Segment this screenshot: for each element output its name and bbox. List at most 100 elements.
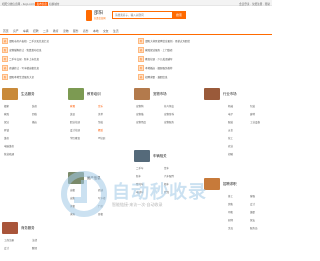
nav-item[interactable]: 生活 (113, 29, 119, 33)
category-link[interactable]: 宠物狗 (136, 104, 144, 108)
category-thumbnail[interactable] (204, 178, 220, 190)
category-link[interactable]: 工商注册 (4, 238, 14, 242)
category-title[interactable]: 宠物市场 (153, 91, 167, 96)
category-title[interactable]: 行业市场 (223, 91, 237, 96)
nav-item[interactable]: 二手 (43, 29, 49, 33)
category-thumbnail[interactable] (134, 150, 150, 162)
list-item[interactable]: 新宠物猫狗转让 · 免费发布信息 (2, 47, 42, 54)
user-links[interactable]: 会员登录 · 免费注册 · 帮助 (239, 2, 270, 6)
category-link[interactable]: 电动车 (136, 190, 144, 194)
category-thumbnail[interactable] (68, 172, 84, 184)
category-link[interactable]: 保洁 (4, 120, 9, 124)
category-title[interactable]: 招聘求职 (223, 181, 237, 186)
list-item[interactable]: 热家政保洁服务 · 上门维修 (138, 47, 173, 54)
listing-text[interactable]: 教育培训 · 少儿英语辅导 (145, 58, 172, 61)
nav-item[interactable]: 教育 (53, 29, 59, 33)
listing-text[interactable]: 邵阳本地生活服务大全 (9, 76, 34, 79)
category-link[interactable]: 开锁 (4, 128, 9, 132)
category-link[interactable]: 兼职 (250, 210, 255, 214)
category-link[interactable]: 法律 (32, 238, 37, 242)
category-link[interactable]: 印刷 (228, 152, 233, 156)
category-link[interactable]: 婚庆 (32, 120, 37, 124)
nav-item[interactable]: 服务 (73, 29, 79, 33)
category-link[interactable]: 出租 (70, 188, 75, 192)
category-link[interactable]: 客服 (250, 194, 255, 198)
category-link[interactable]: 宠物寄养 (164, 112, 174, 116)
search-input[interactable] (112, 11, 172, 19)
category-link[interactable]: 搬家 (4, 104, 9, 108)
category-link[interactable]: 租车 (164, 182, 169, 186)
category-link[interactable]: 装修 (32, 104, 37, 108)
list-item[interactable]: 新邵阳本地生活服务大全 (2, 74, 34, 81)
category-link[interactable]: 驾校 (98, 120, 103, 124)
category-link[interactable]: 机械 (228, 104, 233, 108)
category-link[interactable]: 货车 (164, 166, 169, 170)
category-link[interactable]: 农业 (228, 144, 233, 148)
category-link[interactable]: 建材 (250, 112, 255, 116)
category-link[interactable]: 音乐 (98, 104, 103, 108)
category-link[interactable]: 化工 (228, 136, 233, 140)
nav-item[interactable]: 交友 (103, 29, 109, 33)
list-item[interactable]: 新教育培训 · 少儿英语辅导 (138, 56, 173, 63)
category-title[interactable]: 商务服务 (21, 225, 35, 230)
category-link[interactable]: 家教 (70, 104, 75, 108)
category-link[interactable]: 职业培训 (70, 120, 80, 124)
category-link[interactable]: 文员 (228, 226, 233, 230)
category-thumbnail[interactable] (134, 88, 150, 100)
category-link[interactable]: 写字楼 (98, 196, 106, 200)
category-link[interactable]: 电子 (228, 112, 233, 116)
listing-text[interactable]: 二手车交易 · 新车上市信息 (9, 58, 39, 61)
category-link[interactable]: 会计 (250, 202, 255, 206)
list-item[interactable]: 热招聘求职 · 兼职信息 (138, 74, 168, 81)
category-thumbnail[interactable] (204, 88, 220, 100)
category-link[interactable]: 宠物服务 (164, 120, 174, 124)
category-link[interactable]: 包装 (250, 104, 255, 108)
category-title[interactable]: 生活服务 (21, 91, 35, 96)
category-title[interactable]: 车辆相关 (153, 153, 167, 158)
category-link[interactable]: 学历教育 (70, 136, 80, 140)
category-link[interactable]: 工业设备 (250, 120, 260, 124)
category-link[interactable]: 厂房 (98, 204, 103, 208)
category-link[interactable]: 销售 (228, 202, 233, 206)
search-button[interactable]: 搜索 (172, 11, 186, 19)
category-link[interactable]: 司机 (228, 210, 233, 214)
listing-text[interactable]: 邵阳大祥区招聘信息更新 · 月薪过万职位 (145, 40, 190, 43)
list-item[interactable]: 荐本地婚庆 · 摄影服务推荐 (138, 65, 173, 72)
category-link[interactable]: 求租 (70, 204, 75, 208)
listing-text[interactable]: 本地婚庆 · 摄影服务推荐 (145, 67, 172, 70)
nav-item[interactable]: 本地 (93, 29, 99, 33)
nav-item[interactable]: 首页 (3, 29, 9, 33)
nav-item[interactable]: 招聘 (33, 29, 39, 33)
category-link[interactable]: 管道疏通 (4, 152, 14, 156)
list-item[interactable]: 热邵阳市房产出租 · 二手买卖信息汇总 (2, 38, 49, 45)
list-item[interactable]: 荐二手车交易 · 新车上市信息 (2, 56, 39, 63)
category-link[interactable]: 美术 (98, 112, 103, 116)
category-link[interactable]: 摩托车 (136, 182, 144, 186)
category-link[interactable]: 电脑维修 (4, 144, 14, 148)
nav-item[interactable]: 宠物 (63, 29, 69, 33)
category-title[interactable]: 房产信息 (87, 175, 101, 180)
category-link[interactable]: 五金 (228, 128, 233, 132)
category-link[interactable]: 二手车 (136, 166, 144, 170)
category-link[interactable]: 家政 (4, 112, 9, 116)
category-thumbnail[interactable] (2, 88, 18, 100)
category-link[interactable]: 普工 (228, 194, 233, 198)
category-link[interactable]: 日租 (98, 212, 103, 216)
category-link[interactable]: 代驾 (164, 190, 169, 194)
category-link[interactable]: 宠物猫 (136, 112, 144, 116)
listing-text[interactable]: 邵阳市房产出租 · 二手买卖信息汇总 (9, 40, 49, 43)
post-info-button[interactable]: 发布信息 (35, 1, 49, 6)
logo-text[interactable]: 邵阳 (94, 10, 108, 16)
logo-icon[interactable] (86, 10, 92, 21)
category-link[interactable]: 汽车配件 (164, 174, 174, 178)
category-thumbnail[interactable] (68, 88, 84, 100)
category-link[interactable]: 保安 (250, 218, 255, 222)
category-link[interactable]: 服装 (228, 120, 233, 124)
category-link[interactable]: 花鸟鱼虫 (164, 104, 174, 108)
category-title[interactable]: 教育培训 (87, 91, 101, 96)
category-link[interactable]: 宠物用品 (136, 120, 146, 124)
category-link[interactable]: 会计 (4, 246, 9, 250)
listing-text[interactable]: 家政保洁服务 · 上门维修 (145, 49, 172, 52)
category-thumbnail[interactable] (2, 222, 18, 234)
category-link[interactable]: 设计培训 (70, 128, 80, 132)
